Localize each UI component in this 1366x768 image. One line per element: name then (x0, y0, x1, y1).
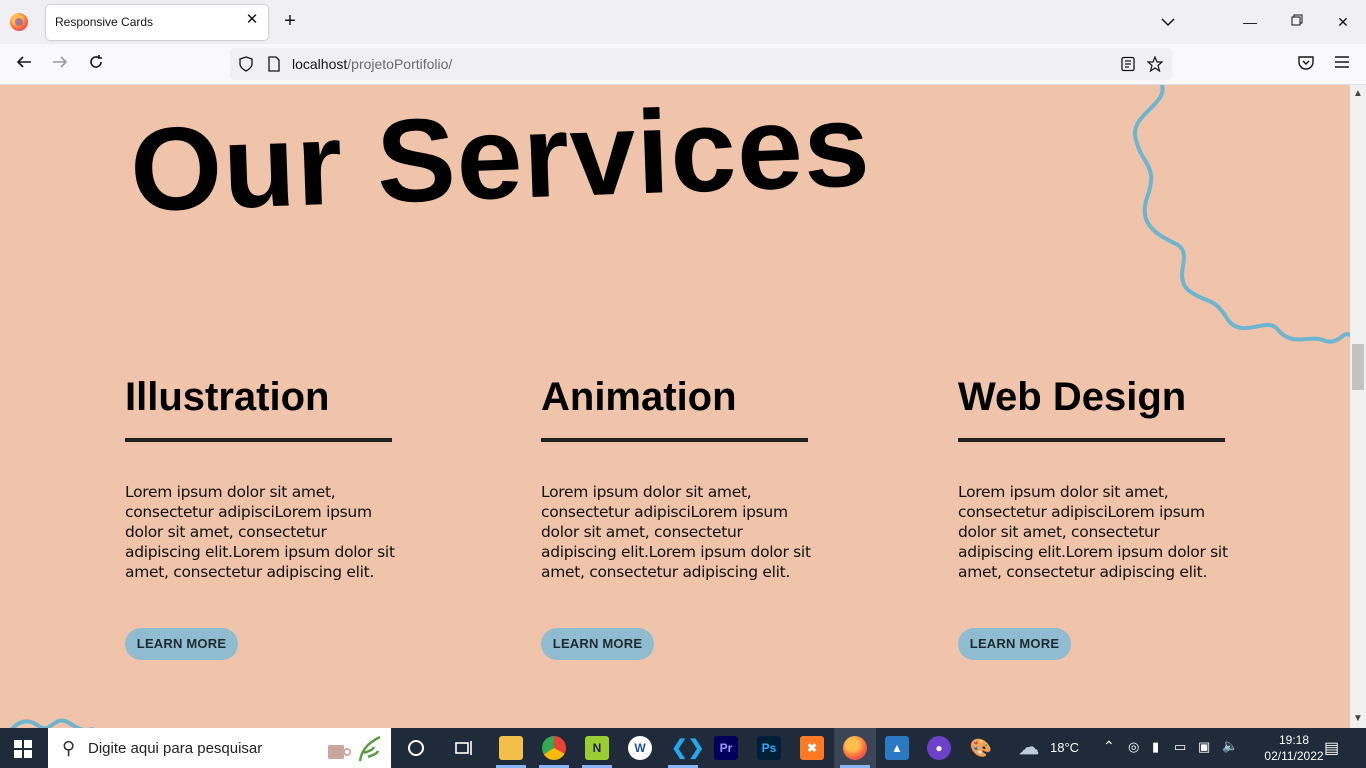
url-text: localhost/projetoPortifolio/ (292, 56, 453, 72)
card-divider (541, 438, 808, 442)
page-info-icon[interactable] (266, 56, 282, 72)
page-viewport: Our Services Illustration Lorem ipsum do… (0, 85, 1350, 728)
search-icon: ⚲ (62, 738, 76, 758)
clock-time: 19:18 (1278, 733, 1310, 747)
forward-arrow-icon[interactable] (48, 53, 72, 77)
card-heading: Web Design (958, 375, 1187, 419)
browser-tab[interactable]: Responsive Cards ✕ (46, 5, 268, 40)
chrome-icon[interactable] (542, 736, 566, 760)
browser-nav-bar: localhost/projetoPortifolio/ (0, 44, 1366, 85)
show-hidden-icons-icon[interactable]: ⌃ (1103, 738, 1115, 755)
notepadpp-icon[interactable]: N (585, 736, 609, 760)
card-heading: Illustration (125, 375, 330, 419)
bookmark-star-icon[interactable] (1146, 55, 1164, 73)
volume-icon[interactable]: 🔈 (1222, 738, 1238, 754)
reload-icon[interactable] (84, 53, 108, 77)
taskbar-search-box[interactable]: ⚲ Digite aqui para pesquisar (48, 728, 391, 768)
scrollbar-thumb[interactable] (1352, 344, 1364, 390)
hamburger-menu-icon[interactable] (1330, 53, 1354, 77)
decorative-squiggle-top-right (1132, 85, 1350, 344)
tab-title: Responsive Cards (55, 15, 154, 29)
learn-more-button[interactable]: LEARN MORE (958, 628, 1071, 660)
service-card-illustration: Illustration Lorem ipsum dolor sit amet,… (125, 372, 395, 660)
photos-icon[interactable]: ▲ (885, 736, 909, 760)
weather-cloud-icon[interactable]: ☁ (1017, 736, 1041, 760)
learn-more-button[interactable]: LEARN MORE (125, 628, 238, 660)
microphone-icon[interactable]: ▮ (1152, 739, 1159, 755)
photoshop-icon[interactable]: Ps (757, 736, 781, 760)
notifications-icon[interactable]: ▤ (1324, 738, 1339, 758)
tab-close-icon[interactable]: ✕ (244, 12, 260, 28)
xampp-icon[interactable]: ✖ (800, 736, 824, 760)
scroll-down-icon[interactable]: ▼ (1353, 714, 1363, 724)
restore-button[interactable] (1285, 12, 1309, 32)
premiere-icon[interactable]: Pr (714, 736, 738, 760)
decorative-squiggle-bottom-left (10, 718, 94, 728)
pocket-icon[interactable] (1294, 53, 1318, 77)
windows-start-icon[interactable] (14, 740, 32, 758)
meet-now-icon[interactable]: ◎ (1128, 739, 1139, 755)
firefox-menu-icon[interactable] (10, 13, 28, 31)
search-highlight-illustration-icon (328, 735, 381, 762)
cortana-icon[interactable] (404, 736, 428, 760)
card-divider (125, 438, 392, 442)
task-view-icon[interactable] (452, 736, 476, 760)
taskbar-clock[interactable]: 19:18 02/11/2022 (1264, 732, 1324, 764)
page-title: Our Services (128, 85, 873, 237)
scroll-up-icon[interactable]: ▲ (1353, 89, 1363, 99)
url-bar[interactable]: localhost/projetoPortifolio/ (230, 48, 1172, 80)
service-card-animation: Animation Lorem ipsum dolor sit amet, co… (541, 372, 811, 660)
close-window-button[interactable]: ✕ (1331, 12, 1355, 32)
firefox-icon[interactable] (843, 736, 867, 760)
browser-tab-bar: Responsive Cards ✕ + — ✕ (0, 0, 1366, 44)
card-heading: Animation (541, 375, 737, 419)
learn-more-button[interactable]: LEARN MORE (541, 628, 654, 660)
search-placeholder: Digite aqui para pesquisar (88, 740, 263, 757)
card-description: Lorem ipsum dolor sit amet, consectetur … (541, 483, 811, 581)
network-icon[interactable]: ▣ (1198, 739, 1210, 755)
card-divider (958, 438, 1225, 442)
tracking-shield-icon[interactable] (238, 56, 254, 72)
back-arrow-icon[interactable] (12, 53, 36, 77)
wordpad-icon[interactable]: W (628, 736, 652, 760)
vscode-icon[interactable]: ❮❯ (671, 736, 705, 760)
list-all-tabs-icon[interactable] (1158, 12, 1178, 32)
reader-view-icon[interactable] (1120, 56, 1136, 72)
card-description: Lorem ipsum dolor sit amet, consectetur … (125, 483, 395, 581)
minimize-button[interactable]: — (1238, 12, 1262, 32)
file-explorer-icon[interactable] (499, 736, 523, 760)
new-tab-button[interactable]: + (279, 11, 301, 33)
clock-date: 02/11/2022 (1264, 749, 1324, 763)
battery-icon[interactable]: ▭ (1174, 739, 1186, 755)
paint-icon[interactable]: 🎨 (969, 736, 993, 760)
service-card-web-design: Web Design Lorem ipsum dolor sit amet, c… (958, 372, 1228, 660)
card-description: Lorem ipsum dolor sit amet, consectetur … (958, 483, 1228, 581)
github-icon[interactable]: ● (927, 736, 951, 760)
windows-taskbar: ⚲ Digite aqui para pesquisar N W ❮❯ Pr P… (0, 728, 1366, 768)
vertical-scrollbar[interactable]: ▲ ▼ (1350, 85, 1366, 728)
weather-temperature[interactable]: 18°C (1050, 740, 1079, 755)
